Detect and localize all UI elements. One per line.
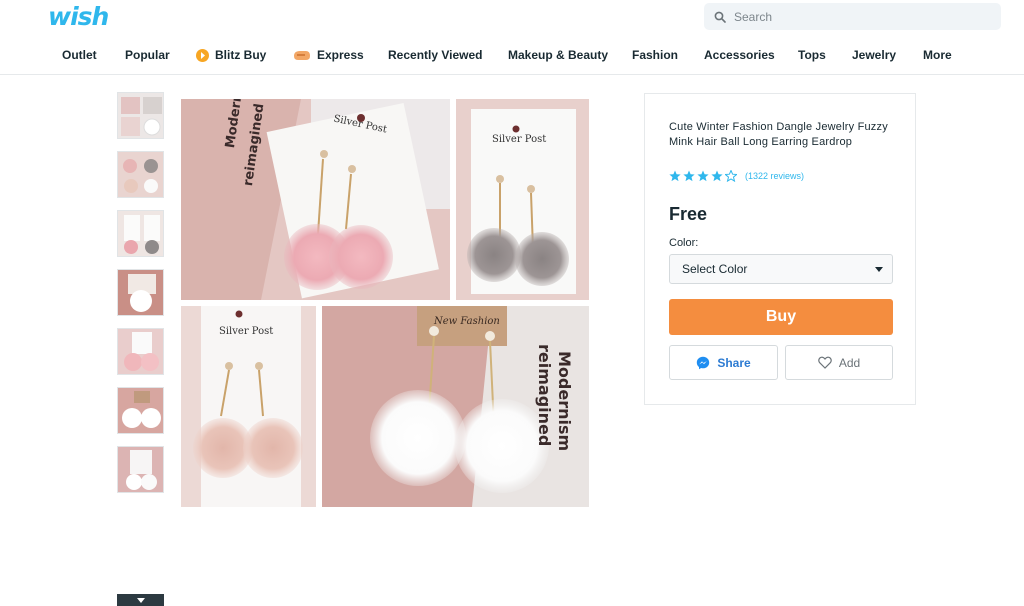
star-filled-icon	[711, 170, 723, 182]
nav-item-tops[interactable]: Tops	[798, 44, 826, 66]
nav-item-popular[interactable]: Popular	[125, 44, 170, 66]
thumbnail[interactable]	[117, 92, 164, 139]
nav-item-accessories[interactable]: Accessories	[704, 44, 775, 66]
search-icon	[714, 11, 726, 23]
nav-item-fashion[interactable]: Fashion	[632, 44, 678, 66]
share-button[interactable]: Share	[669, 345, 778, 380]
site-header: wish Outlet Popular Blitz Buy Express Re…	[0, 0, 1024, 75]
nav-item-label: Recently Viewed	[388, 48, 483, 62]
nav-item-label: Fashion	[632, 48, 679, 62]
thumbnail[interactable]	[117, 387, 164, 434]
nav-item-label: Popular	[125, 48, 170, 62]
star-filled-icon	[697, 170, 709, 182]
star-filled-icon	[683, 170, 695, 182]
nav-item-outlet[interactable]: Outlet	[62, 44, 97, 66]
product-title: Cute Winter Fashion Dangle Jewelry Fuzzy…	[669, 121, 888, 148]
product-photo-pink[interactable]: Modernism reimagined Silver Post	[181, 99, 450, 300]
product-photo-white[interactable]: New Fashion Modernism reimagined	[322, 306, 589, 507]
nav-item-label: Jewelry	[852, 48, 897, 62]
magazine-text: Modernism	[555, 351, 574, 452]
product-price: Free	[669, 204, 708, 224]
color-label: Color:	[669, 237, 699, 249]
product-photo-pink-image	[181, 99, 450, 300]
nav-item-label: Accessories	[704, 48, 775, 62]
product-photo-grey-image	[456, 99, 589, 300]
thumbnail[interactable]	[117, 151, 164, 198]
add-label: Add	[838, 355, 861, 370]
magazine-text: reimagined	[535, 344, 554, 447]
nav-item-label: Makeup & Beauty	[508, 48, 609, 62]
category-nav: Outlet Popular Blitz Buy Express Recentl…	[0, 44, 1024, 66]
nav-item-makeup-beauty[interactable]: Makeup & Beauty	[508, 44, 608, 66]
search-bar[interactable]	[704, 3, 1001, 30]
share-label: Share	[717, 355, 751, 370]
thumbnail-image	[118, 211, 163, 256]
color-select[interactable]: Select Color	[669, 254, 893, 284]
reviews-link[interactable]: (1322 reviews)	[745, 171, 804, 181]
nav-item-label: Tops	[798, 48, 826, 62]
card-brand-text: New Fashion	[434, 316, 500, 327]
blitz-buy-icon	[196, 48, 209, 62]
thumbnail-image	[118, 329, 163, 374]
express-icon	[294, 50, 310, 60]
nav-item-blitz-buy[interactable]: Blitz Buy	[196, 44, 266, 66]
thumbnail-image	[118, 152, 163, 197]
card-brand-text: Silver Post	[492, 134, 547, 145]
product-photo-grey[interactable]: Silver Post	[456, 99, 589, 300]
thumbnail-scroll-down-button[interactable]	[117, 594, 164, 606]
wish-logo[interactable]: wish	[48, 2, 109, 31]
star-empty-icon	[725, 170, 737, 182]
nav-item-label: Express	[317, 48, 364, 62]
nav-item-label: More	[923, 48, 952, 62]
nav-item-jewelry[interactable]: Jewelry	[852, 44, 896, 66]
nav-item-label: Blitz Buy	[215, 48, 267, 62]
star-filled-icon	[669, 170, 681, 182]
thumbnail[interactable]	[117, 328, 164, 375]
buy-button[interactable]: Buy	[669, 299, 893, 335]
thumbnail-image	[118, 388, 163, 433]
thumbnail-image	[118, 270, 163, 315]
caret-down-icon	[875, 267, 883, 272]
nav-item-more[interactable]: More	[923, 44, 952, 66]
card-brand-text: Silver Post	[219, 326, 274, 337]
chevron-down-icon	[136, 597, 145, 603]
thumbnail-image	[118, 447, 163, 492]
thumbnail-image	[118, 93, 163, 138]
messenger-icon	[697, 356, 710, 369]
thumbnail[interactable]	[117, 446, 164, 493]
thumbnail[interactable]	[117, 269, 164, 316]
add-to-wishlist-button[interactable]: Add	[785, 345, 893, 380]
nav-item-label: Outlet	[62, 48, 97, 62]
product-photo-beige[interactable]: Silver Post	[181, 306, 316, 507]
product-rating: (1322 reviews)	[669, 170, 804, 182]
nav-item-express[interactable]: Express	[292, 44, 364, 66]
nav-item-recently-viewed[interactable]: Recently Viewed	[388, 44, 483, 66]
heart-icon	[818, 356, 832, 369]
thumbnail[interactable]	[117, 210, 164, 257]
product-details-panel: Cute Winter Fashion Dangle Jewelry Fuzzy…	[644, 93, 916, 405]
search-input[interactable]	[734, 9, 974, 24]
color-select-value: Select Color	[682, 262, 748, 276]
